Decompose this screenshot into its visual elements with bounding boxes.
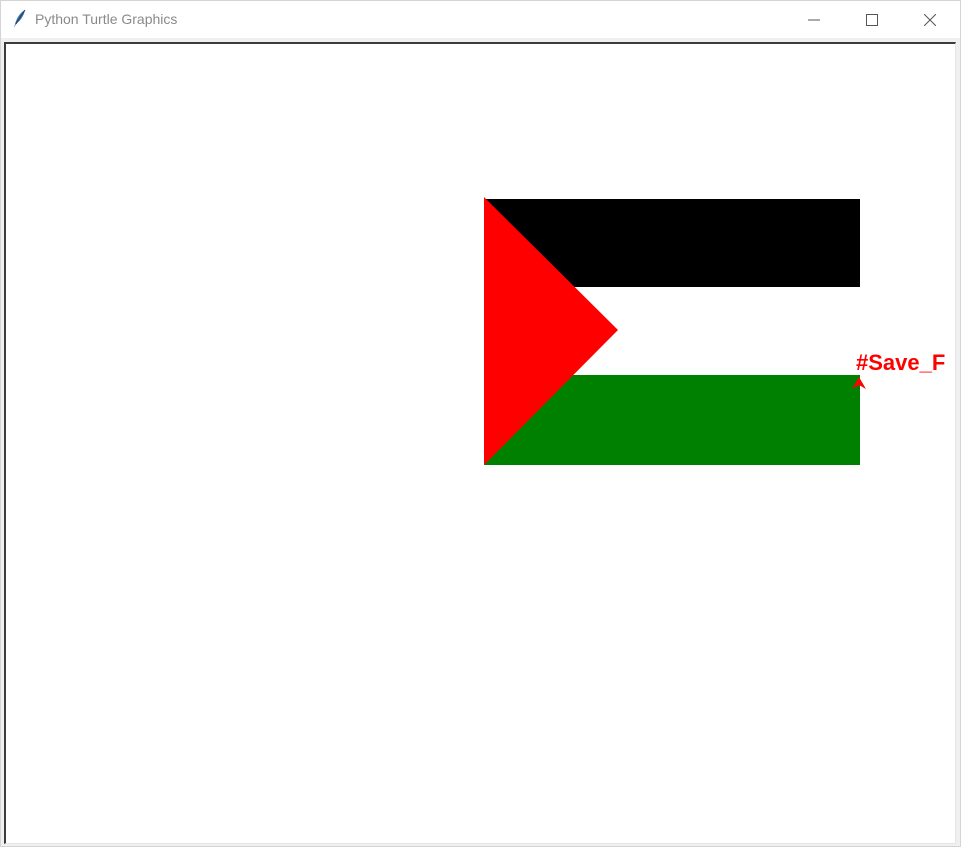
canvas-drawing: #Save_F [484,197,945,465]
turtle-canvas[interactable]: #Save_F [4,42,956,844]
feather-icon [11,9,29,29]
turtle-window: Python Turtle Graphics #Save_F [0,0,961,847]
title-bar[interactable]: Python Turtle Graphics [1,1,960,38]
maximize-button[interactable] [843,1,901,38]
close-icon [924,13,936,26]
minimize-button[interactable] [785,1,843,38]
window-title: Python Turtle Graphics [35,11,178,27]
maximize-icon [866,13,878,26]
canvas-text-label: #Save_F [856,350,945,375]
close-button[interactable] [901,1,959,38]
minimize-icon [808,14,820,26]
